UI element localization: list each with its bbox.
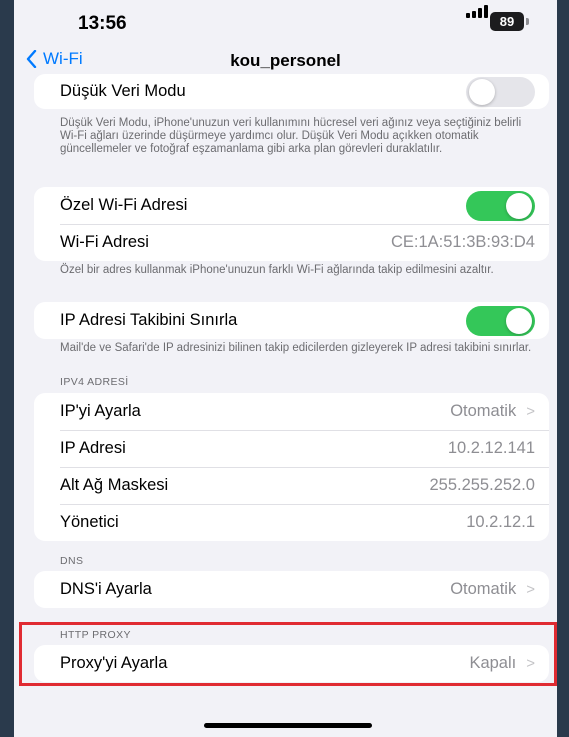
low-data-card: Düşük Veri Modu (34, 74, 549, 109)
toggle-knob (506, 192, 532, 219)
status-bar: 13:56 89 (14, 0, 557, 44)
chevron-right-icon: > (526, 581, 535, 598)
battery-icon: 89 (490, 12, 524, 31)
low-data-row: Düşük Veri Modu (34, 74, 549, 109)
configure-dns-value: Otomatik (450, 580, 517, 598)
dns-card: DNS'i Ayarla Otomatik > (34, 571, 549, 608)
configure-ip-value: Otomatik (450, 402, 517, 420)
configure-dns-row[interactable]: DNS'i Ayarla Otomatik > (34, 571, 549, 608)
router-value: 10.2.12.1 (466, 513, 535, 531)
low-data-footer: Düşük Veri Modu, iPhone'unuzun veri kull… (60, 117, 522, 155)
low-data-toggle[interactable] (466, 76, 535, 107)
wifi-address-label: Wi-Fi Adresi (60, 233, 149, 251)
ip-tracking-card: IP Adresi Takibini Sınırla (34, 302, 549, 339)
ip-address-value: 10.2.12.141 (447, 439, 535, 457)
private-address-card: Özel Wi-Fi Adresi Wi-Fi Adresi CE:1A:51:… (34, 187, 549, 261)
configure-ip-row[interactable]: IP'yi Ayarla Otomatik > (34, 393, 549, 430)
wifi-address-value: CE:1A:51:3B:93:D4 (390, 233, 535, 251)
private-address-toggle[interactable] (466, 190, 535, 221)
battery-tip (526, 18, 529, 25)
configure-ip-label: IP'yi Ayarla (60, 402, 141, 420)
toggle-knob (506, 307, 532, 334)
home-indicator[interactable] (204, 723, 372, 728)
private-address-label: Özel Wi-Fi Adresi (60, 196, 188, 214)
subnet-mask-value: 255.255.252.0 (429, 476, 535, 494)
screen: 13:56 89 Wi-Fi kou_personel Düşük Veri M… (14, 0, 557, 737)
dns-header: DNS (60, 555, 84, 567)
private-address-footer: Özel bir adres kullanmak iPhone'unuzun f… (60, 264, 494, 276)
ipv4-card: IP'yi Ayarla Otomatik > IP Adresi 10.2.1… (34, 393, 549, 541)
status-time: 13:56 (78, 13, 127, 34)
page-title: kou_personel (230, 51, 341, 70)
low-data-label: Düşük Veri Modu (60, 82, 186, 100)
router-row: Yönetici 10.2.12.1 (34, 504, 549, 541)
wifi-address-row: Wi-Fi Adresi CE:1A:51:3B:93:D4 (34, 224, 549, 261)
subnet-mask-row: Alt Ağ Maskesi 255.255.252.0 (34, 467, 549, 504)
toggle-knob (469, 78, 495, 105)
subnet-mask-label: Alt Ağ Maskesi (60, 476, 169, 494)
ip-tracking-toggle[interactable] (466, 305, 535, 336)
private-address-row: Özel Wi-Fi Adresi (34, 187, 549, 224)
configure-dns-label: DNS'i Ayarla (60, 580, 152, 598)
navigation-bar: Wi-Fi kou_personel (14, 44, 557, 78)
ip-tracking-footer: Mail'de ve Safari'de IP adresinizi bilin… (60, 342, 532, 354)
ip-tracking-label: IP Adresi Takibini Sınırla (60, 311, 238, 329)
ip-address-row: IP Adresi 10.2.12.141 (34, 430, 549, 467)
ip-address-label: IP Adresi (60, 439, 126, 457)
proxy-highlight-box (19, 622, 557, 686)
ipv4-header: IPV4 ADRESİ (60, 376, 129, 388)
ip-tracking-row: IP Adresi Takibini Sınırla (34, 302, 549, 339)
chevron-right-icon: > (526, 403, 535, 420)
router-label: Yönetici (60, 513, 119, 531)
